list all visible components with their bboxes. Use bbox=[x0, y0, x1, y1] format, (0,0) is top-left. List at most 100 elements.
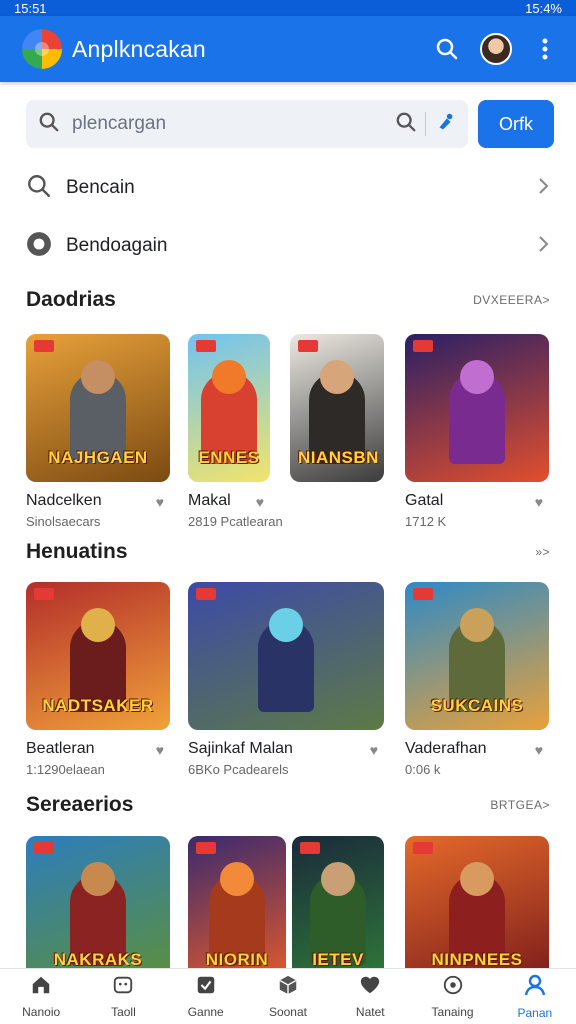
game-thumbnail[interactable]: NIANSBN bbox=[290, 334, 384, 482]
section-header: Henuatins »> bbox=[26, 540, 550, 564]
game-card[interactable]: Gatal 1712 K ♥ bbox=[405, 334, 549, 529]
game-thumbnail[interactable] bbox=[405, 334, 549, 482]
quick-link-bencain[interactable]: Bencain bbox=[26, 168, 550, 208]
character-head bbox=[460, 360, 494, 394]
character-head bbox=[220, 862, 254, 896]
nav-item-panan[interactable]: Panan bbox=[494, 969, 576, 1024]
game-card[interactable]: NAKRAKS bbox=[26, 836, 170, 968]
game-meta: 2819 Pcatlearan bbox=[188, 514, 283, 529]
section-title: Sereaerios bbox=[26, 793, 134, 816]
see-more-link[interactable]: »> bbox=[535, 545, 550, 559]
game-card[interactable]: NIANSBN bbox=[290, 334, 384, 482]
game-card[interactable]: SUKCAINS Vaderafhan 0:06 k ♥ bbox=[405, 582, 549, 777]
quick-link-label: Bencain bbox=[66, 177, 135, 198]
nav-item-taoll[interactable]: Taoll bbox=[82, 969, 164, 1024]
nav-label: Ganne bbox=[187, 1005, 224, 1019]
search-trailing-icon[interactable] bbox=[395, 111, 417, 138]
game-thumbnail[interactable]: NIORIN bbox=[188, 836, 286, 968]
record-icon bbox=[26, 231, 52, 262]
game-card[interactable]: NAJHGAEN Nadcelken Sinolsaecars ♥ bbox=[26, 334, 170, 529]
game-logo-text: NAKRAKS bbox=[53, 950, 143, 968]
game-controller-icon bbox=[112, 974, 134, 1001]
app-bar: Anplkncakan bbox=[0, 16, 576, 82]
badge-icon bbox=[413, 340, 433, 352]
nav-label: Panan bbox=[517, 1006, 553, 1020]
game-thumbnail[interactable]: NINPNEES bbox=[405, 836, 549, 968]
character-head bbox=[321, 862, 355, 896]
status-bar: 15:51 15:4% bbox=[0, 0, 576, 16]
app-bar-actions bbox=[432, 33, 560, 65]
character-head bbox=[269, 608, 303, 642]
favorite-icon[interactable]: ♥ bbox=[156, 494, 164, 510]
search-icon[interactable] bbox=[432, 34, 462, 64]
badge-icon bbox=[196, 340, 216, 352]
character-head bbox=[81, 862, 115, 896]
game-card[interactable]: NIORIN bbox=[188, 836, 286, 968]
app-title: Anplkncakan bbox=[72, 35, 206, 62]
badge-icon bbox=[413, 588, 433, 600]
nav-item-ganne[interactable]: Ganne bbox=[165, 969, 247, 1024]
coin-icon bbox=[442, 974, 464, 1001]
quick-link-bendoagain[interactable]: Bendoagain bbox=[26, 226, 550, 266]
search-placeholder: plencargan bbox=[72, 113, 167, 134]
favorite-icon[interactable]: ♥ bbox=[535, 494, 543, 510]
badge-icon bbox=[196, 842, 216, 854]
game-card[interactable]: ENNES Makal 2819 Pcatlearan ♥ bbox=[188, 334, 283, 529]
nav-label: Nanoio bbox=[22, 1005, 61, 1019]
bottom-nav: Nanoio Taoll Ganne Soonat Natet Tanaing Panan bbox=[0, 968, 576, 1024]
chevron-right-icon bbox=[538, 235, 550, 258]
game-title: Gatal bbox=[405, 492, 444, 509]
game-thumbnail[interactable] bbox=[188, 582, 384, 730]
game-thumbnail[interactable]: IETEV bbox=[292, 836, 384, 968]
nav-label: Tanaing bbox=[431, 1005, 474, 1019]
favorite-icon[interactable]: ♥ bbox=[535, 742, 543, 758]
more-vert-icon[interactable] bbox=[530, 34, 560, 64]
game-thumbnail[interactable]: NAJHGAEN bbox=[26, 334, 170, 482]
game-logo-text: NADTSAKER bbox=[42, 696, 154, 715]
chat-icon bbox=[359, 974, 381, 1001]
nav-item-natet[interactable]: Natet bbox=[329, 969, 411, 1024]
game-thumbnail[interactable]: NAKRAKS bbox=[26, 836, 170, 968]
quick-link-label: Bendoagain bbox=[66, 235, 168, 256]
game-card[interactable]: IETEV bbox=[292, 836, 384, 968]
nav-label: Natet bbox=[355, 1005, 385, 1019]
check-square-icon bbox=[195, 974, 217, 1001]
game-thumbnail[interactable]: NADTSAKER bbox=[26, 582, 170, 730]
nav-item-tanaing[interactable]: Tanaing bbox=[411, 969, 493, 1024]
section-title: Daodrias bbox=[26, 288, 116, 311]
favorite-icon[interactable]: ♥ bbox=[256, 494, 264, 510]
chevron-right-icon bbox=[538, 177, 550, 200]
badge-icon bbox=[300, 842, 320, 854]
favorite-icon[interactable]: ♥ bbox=[156, 742, 164, 758]
avatar[interactable] bbox=[480, 33, 512, 65]
see-more-link[interactable]: BRTGEA> bbox=[490, 798, 550, 812]
game-meta: 6BKo Pcadearels bbox=[188, 762, 289, 777]
favorite-icon[interactable]: ♥ bbox=[370, 742, 378, 758]
search-row: plencargan Orfk bbox=[26, 98, 556, 150]
game-thumbnail[interactable]: ENNES bbox=[188, 334, 270, 482]
badge-icon bbox=[34, 588, 54, 600]
search-button[interactable]: Orfk bbox=[478, 100, 554, 148]
game-meta: 1:1290elaean bbox=[26, 762, 105, 777]
game-logo-text: NAJHGAEN bbox=[48, 448, 148, 467]
game-card[interactable]: NINPNEES bbox=[405, 836, 549, 968]
search-icon bbox=[26, 173, 52, 204]
search-divider bbox=[425, 112, 426, 136]
character-head bbox=[460, 608, 494, 642]
app-logo-icon bbox=[22, 29, 62, 69]
see-more-link[interactable]: DVXEEERA> bbox=[473, 293, 550, 307]
search-input[interactable]: plencargan bbox=[26, 100, 468, 148]
game-logo-text: SUKCAINS bbox=[430, 696, 524, 715]
nav-label: Taoll bbox=[111, 1005, 136, 1019]
section-header: Sereaerios BRTGEA> bbox=[26, 793, 550, 817]
game-thumbnail[interactable]: SUKCAINS bbox=[405, 582, 549, 730]
game-card[interactable]: Sajinkaf Malan 6BKo Pcadearels ♥ bbox=[188, 582, 384, 777]
home-icon bbox=[30, 974, 52, 1001]
badge-icon bbox=[413, 842, 433, 854]
nav-item-nanoio[interactable]: Nanoio bbox=[0, 969, 82, 1024]
voice-search-icon[interactable] bbox=[434, 111, 456, 138]
nav-item-soonat[interactable]: Soonat bbox=[247, 969, 329, 1024]
person-icon bbox=[523, 973, 547, 1002]
game-card[interactable]: NADTSAKER Beatleran 1:1290elaean ♥ bbox=[26, 582, 170, 777]
character-head bbox=[81, 360, 115, 394]
